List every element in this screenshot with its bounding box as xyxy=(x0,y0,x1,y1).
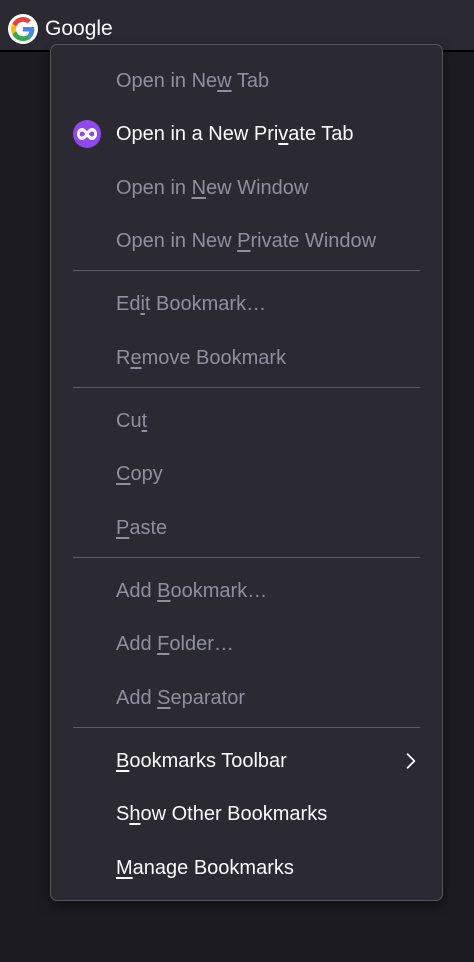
bookmark-google[interactable]: Google xyxy=(8,12,113,46)
menu-item-open-private-tab[interactable]: Open in a New Private Tab xyxy=(73,110,420,158)
menu-item-label: Show Other Bookmarks xyxy=(116,802,328,825)
menu-item-label: Bookmarks Toolbar xyxy=(116,749,287,772)
menu-separator xyxy=(73,270,420,271)
menu-item-label: Cut xyxy=(116,409,148,432)
menu-item-add-folder[interactable]: Add Folder… xyxy=(73,620,420,668)
private-browsing-icon xyxy=(73,120,101,148)
menu-item-paste[interactable]: Paste xyxy=(73,504,420,552)
menu-item-label: Remove Bookmark xyxy=(116,346,287,369)
menu-item-cut[interactable]: Cut xyxy=(73,397,420,445)
chevron-right-icon xyxy=(406,753,416,769)
menu-item-label: Open in New Window xyxy=(116,176,309,199)
menu-item-label: Open in New Private Window xyxy=(116,229,377,252)
google-g-icon xyxy=(8,14,38,44)
menu-item-label: Add Bookmark… xyxy=(116,579,268,602)
menu-item-open-new-window[interactable]: Open in New Window xyxy=(73,164,420,212)
menu-item-edit-bookmark[interactable]: Edit Bookmark… xyxy=(73,280,420,328)
menu-item-label: Open in a New Private Tab xyxy=(116,122,354,145)
bookmark-label: Google xyxy=(45,17,113,40)
menu-separator xyxy=(73,727,420,728)
menu-item-label: Copy xyxy=(116,462,163,485)
menu-item-open-new-tab[interactable]: Open in New Tab xyxy=(73,57,420,105)
menu-item-label: Open in New Tab xyxy=(116,69,270,92)
menu-item-label: Manage Bookmarks xyxy=(116,856,294,879)
menu-item-label: Paste xyxy=(116,516,168,539)
menu-item-label: Add Folder… xyxy=(116,632,234,655)
menu-separator xyxy=(73,557,420,558)
menu-item-copy[interactable]: Copy xyxy=(73,450,420,498)
menu-item-label: Add Separator xyxy=(116,686,245,709)
menu-item-add-bookmark[interactable]: Add Bookmark… xyxy=(73,567,420,615)
menu-item-show-other-bookmarks[interactable]: Show Other Bookmarks xyxy=(73,790,420,838)
menu-item-open-private-window[interactable]: Open in New Private Window xyxy=(73,217,420,265)
menu-item-bookmarks-toolbar[interactable]: Bookmarks Toolbar xyxy=(73,737,420,785)
menu-item-label: Edit Bookmark… xyxy=(116,292,267,315)
menu-item-remove-bookmark[interactable]: Remove Bookmark xyxy=(73,334,420,382)
bookmark-context-menu: Open in New Tab Open in a New Private Ta… xyxy=(50,44,443,901)
menu-separator xyxy=(73,387,420,388)
menu-item-add-separator[interactable]: Add Separator xyxy=(73,674,420,722)
menu-item-manage-bookmarks[interactable]: Manage Bookmarks xyxy=(73,844,420,892)
